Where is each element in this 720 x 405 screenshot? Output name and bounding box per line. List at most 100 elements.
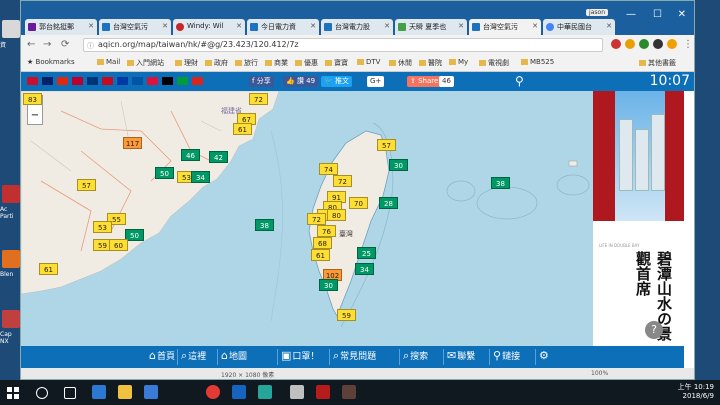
store-icon[interactable] — [144, 385, 158, 399]
search-icon[interactable] — [36, 387, 48, 399]
bookmark-item[interactable]: Mail — [97, 58, 120, 66]
close-icon[interactable]: ✕ — [88, 22, 94, 30]
aqi-marker[interactable]: 76 — [317, 225, 336, 237]
footer-nav-item[interactable]: ⌕搜索 — [403, 349, 428, 363]
browser-tab[interactable]: 今日電力資 ✕ — [247, 19, 319, 35]
language-flag-icon[interactable] — [102, 77, 113, 85]
aqi-marker[interactable]: 60 — [109, 239, 128, 251]
aqi-marker[interactable]: 50 — [155, 167, 174, 179]
chrome-icon[interactable] — [206, 385, 220, 399]
bookmark-item[interactable]: 電視劇 — [479, 58, 509, 68]
aqi-marker[interactable]: 72 — [249, 93, 268, 105]
aqi-marker[interactable]: 61 — [39, 263, 58, 275]
language-flag-icon[interactable] — [57, 77, 68, 85]
air-quality-map[interactable]: 福建省 臺灣 +− 837267611174642505334575553505… — [21, 91, 593, 346]
language-flag-icon[interactable] — [117, 77, 128, 85]
bookmark-item[interactable]: 入門網站 — [127, 58, 164, 68]
close-icon[interactable]: ✕ — [384, 22, 390, 30]
aqi-marker[interactable]: 30 — [319, 279, 338, 291]
aqi-marker[interactable]: 61 — [233, 123, 252, 135]
aqi-marker[interactable]: 59 — [337, 309, 356, 321]
language-flag-icon[interactable] — [42, 77, 53, 85]
minimize-icon[interactable]: — — [626, 9, 636, 20]
app-icon[interactable] — [316, 385, 330, 399]
extension-icon[interactable] — [639, 39, 649, 49]
footer-nav-item[interactable]: ⌕這裡 — [181, 349, 206, 363]
app-icon[interactable] — [342, 385, 356, 399]
close-icon[interactable]: ✕ — [310, 22, 316, 30]
extension-icon[interactable] — [667, 39, 677, 49]
maximize-icon[interactable]: ☐ — [653, 9, 662, 20]
aqi-marker[interactable]: 46 — [181, 149, 200, 161]
ad-panel[interactable]: LIFE IN DOUBLE BAY 碧潭山水の景觀首席 ? — [593, 91, 684, 346]
bookmark-item[interactable]: ★ Bookmarks — [27, 58, 75, 66]
app-icon[interactable] — [232, 385, 246, 399]
aqi-marker[interactable]: 38 — [255, 219, 274, 231]
forward-arrow-icon[interactable]: → — [43, 39, 51, 50]
extension-icon[interactable] — [611, 39, 621, 49]
aqi-marker[interactable]: 25 — [357, 247, 376, 259]
back-arrow-icon[interactable]: ← — [27, 39, 35, 50]
bookmark-item[interactable]: 優惠 — [295, 58, 318, 68]
footer-nav-item[interactable]: ⚙ — [539, 349, 550, 362]
bookmark-item[interactable]: DTV — [357, 58, 380, 66]
language-flag-icon[interactable] — [132, 77, 143, 85]
extension-icon[interactable] — [653, 39, 663, 49]
footer-nav-item[interactable]: ⌕常見問題 — [333, 349, 376, 363]
bookmark-item[interactable]: 政府 — [205, 58, 228, 68]
close-icon[interactable]: ✕ — [606, 22, 612, 30]
browser-tab[interactable]: 台灣電力股 ✕ — [321, 19, 393, 35]
file-explorer-icon[interactable] — [118, 385, 132, 399]
reload-icon[interactable]: ⟳ — [61, 39, 69, 50]
browser-tab[interactable]: 天瞬 夏季也 ✕ — [395, 19, 467, 35]
tweet-button[interactable]: 🐦 推文 — [321, 76, 352, 87]
footer-nav-item[interactable]: ✉聯繫 — [447, 349, 475, 362]
browser-tab[interactable]: Windy: Wil ✕ — [173, 19, 245, 35]
aqi-marker[interactable]: 57 — [77, 179, 96, 191]
aqi-marker[interactable]: 72 — [307, 213, 326, 225]
close-window-icon[interactable]: ✕ — [678, 9, 686, 20]
facebook-share-button[interactable]: f 分享 — [249, 76, 274, 87]
help-icon[interactable]: ? — [645, 321, 663, 339]
system-clock[interactable]: 上午 10:19 2018/6/9 — [678, 383, 714, 401]
language-flag-icon[interactable] — [87, 77, 98, 85]
aqi-marker[interactable]: 74 — [319, 163, 338, 175]
aqi-marker[interactable]: 80 — [327, 209, 346, 221]
windows-start-icon[interactable] — [6, 385, 20, 399]
app-icon[interactable] — [290, 385, 304, 399]
aqi-marker[interactable]: 53 — [93, 221, 112, 233]
footer-nav-item[interactable]: ⚲鏈接 — [493, 349, 520, 362]
close-icon[interactable]: ✕ — [162, 22, 168, 30]
aqi-marker[interactable]: 34 — [191, 171, 210, 183]
aqi-marker[interactable]: 72 — [333, 175, 352, 187]
menu-icon[interactable]: ⋮ — [683, 39, 693, 50]
aqi-marker[interactable]: 30 — [389, 159, 408, 171]
task-view-icon[interactable] — [64, 387, 76, 399]
desktop-icon-2[interactable] — [2, 185, 20, 203]
language-flag-icon[interactable] — [192, 77, 203, 85]
language-flag-icon[interactable] — [27, 77, 38, 85]
browser-tab-active[interactable]: 台灣空氣污 ✕ — [469, 19, 541, 35]
aqi-marker[interactable]: 117 — [123, 137, 142, 149]
footer-nav-item[interactable]: ⌂首頁 — [149, 349, 175, 362]
desktop-icon-3[interactable] — [2, 250, 20, 268]
bookmark-item[interactable]: My — [449, 58, 468, 66]
desktop-icon-1[interactable] — [2, 20, 20, 38]
bookmark-item-other[interactable]: 其他書籤 — [639, 58, 676, 68]
aqi-marker[interactable]: 57 — [377, 139, 396, 151]
search-icon[interactable]: ⚲ — [515, 74, 524, 88]
bookmark-item[interactable]: 醫院 — [419, 58, 442, 68]
bookmark-item[interactable]: 寶寶 — [325, 58, 348, 68]
browser-tab[interactable]: 郭台銘挺郵 ✕ — [25, 19, 97, 35]
language-flag-icon[interactable] — [147, 77, 158, 85]
close-icon[interactable]: ✕ — [532, 22, 538, 30]
language-flag-icon[interactable] — [162, 77, 173, 85]
gplus-button[interactable]: G+ — [367, 76, 385, 87]
aqi-marker[interactable]: 61 — [311, 249, 330, 261]
aqi-marker[interactable]: 70 — [349, 197, 368, 209]
zoom-out-icon[interactable]: − — [28, 109, 42, 122]
aqi-marker[interactable]: 68 — [313, 237, 332, 249]
edge-icon[interactable] — [92, 385, 106, 399]
star-icon[interactable] — [625, 39, 635, 49]
facebook-like-button[interactable]: 👍 讚 49 — [283, 76, 319, 87]
